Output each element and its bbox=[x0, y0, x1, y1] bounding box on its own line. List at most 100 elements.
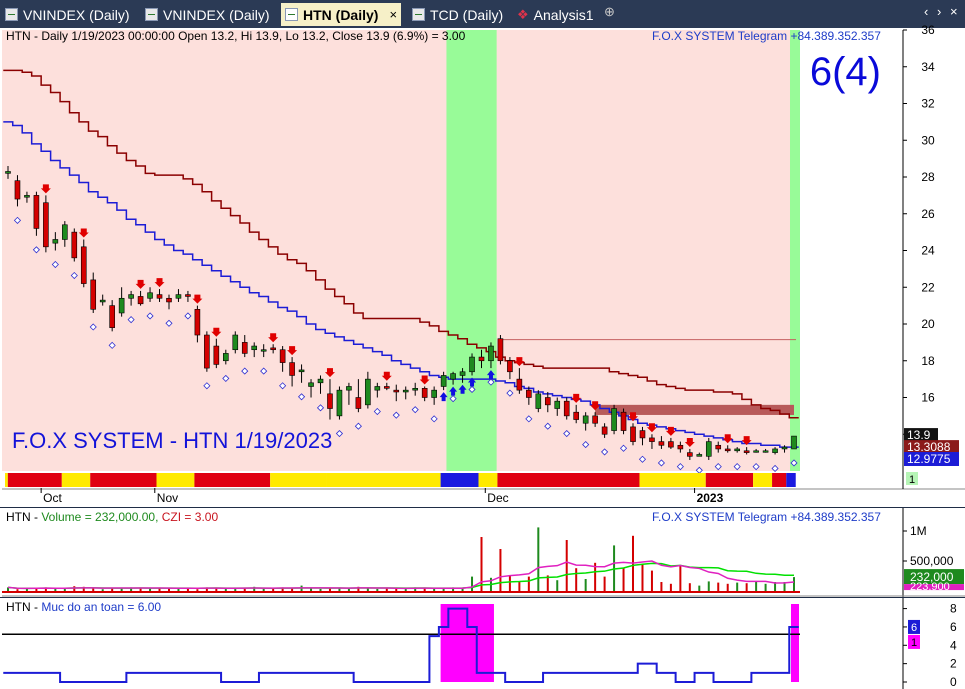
y-tick-label: 36 bbox=[921, 23, 935, 37]
candle bbox=[582, 415, 589, 424]
price-pane[interactable]: OctNovDec202336343230282624222018161413.… bbox=[0, 23, 965, 507]
lower-band-tag: 12.9775 bbox=[907, 452, 951, 466]
y-tick-label: 30 bbox=[921, 133, 935, 147]
tab-label: Analysis1 bbox=[533, 6, 594, 23]
tab-label: VNINDEX (Daily) bbox=[163, 6, 270, 23]
candle bbox=[147, 292, 153, 299]
candle bbox=[668, 441, 674, 448]
candle bbox=[393, 389, 400, 393]
tab-analysis1[interactable]: ❖ Analysis1 bbox=[517, 3, 594, 26]
volume-header-czi: CZI = 3.00 bbox=[161, 510, 219, 524]
candle bbox=[43, 202, 49, 248]
candle bbox=[185, 294, 191, 297]
candle bbox=[592, 415, 598, 424]
brand-label: F.O.X SYSTEM - HTN 1/19/2023 bbox=[12, 428, 333, 453]
safety-pane[interactable]: 8 6 4 2 0 6 1 HTN - Muc do an toan = 6.00 bbox=[0, 598, 965, 689]
tab-next-icon[interactable]: › bbox=[937, 4, 941, 19]
safety-header-symbol: HTN - bbox=[6, 600, 42, 614]
tab-htn[interactable]: HTN (Daily) × bbox=[281, 3, 402, 26]
candle bbox=[611, 408, 617, 431]
uptrend-zone bbox=[446, 30, 497, 471]
candle bbox=[535, 393, 542, 409]
x-tick-label: Nov bbox=[157, 491, 178, 505]
x-tick-label: Oct bbox=[43, 491, 62, 505]
candle bbox=[374, 386, 381, 391]
candle bbox=[166, 297, 172, 303]
candle bbox=[251, 345, 258, 351]
volume-ma-tag: 223,900 bbox=[910, 581, 950, 593]
candle bbox=[649, 437, 655, 442]
candle bbox=[544, 397, 551, 406]
y-tick-label: 4 bbox=[950, 638, 957, 652]
chart-icon bbox=[412, 8, 425, 21]
candle bbox=[194, 308, 201, 336]
trend-strip-segment bbox=[440, 473, 479, 487]
candle bbox=[450, 373, 456, 380]
candle bbox=[52, 239, 59, 244]
candle bbox=[71, 231, 78, 259]
candle bbox=[289, 362, 295, 376]
trend-strip-segment bbox=[326, 473, 441, 487]
candle bbox=[223, 353, 229, 362]
candle bbox=[516, 378, 523, 391]
volume-pane[interactable]: 1M 500,000 232,000 223,900 HTN - Volume = 2… bbox=[0, 508, 965, 597]
candle bbox=[213, 345, 220, 365]
candle bbox=[724, 448, 731, 452]
new-tab-icon[interactable]: ⊕ bbox=[604, 4, 615, 20]
y-tick-label: 2 bbox=[950, 657, 957, 671]
candle bbox=[109, 305, 115, 328]
candle bbox=[497, 338, 504, 362]
watermark: F.O.X SYSTEM Telegram +84.389.352.357 bbox=[652, 29, 881, 43]
y-tick-label: 22 bbox=[921, 280, 935, 294]
candle bbox=[440, 375, 447, 387]
tab-prev-icon[interactable]: ‹ bbox=[924, 4, 928, 19]
y-tick-label: 20 bbox=[921, 317, 935, 331]
y-tick-label: 28 bbox=[921, 170, 935, 184]
y-tick-label: 1M bbox=[910, 524, 927, 538]
candle bbox=[696, 454, 703, 457]
tab-vnindex-2[interactable]: VNINDEX (Daily) bbox=[145, 3, 270, 26]
y-tick-label: 16 bbox=[921, 391, 935, 405]
candle bbox=[327, 393, 333, 409]
candle bbox=[232, 334, 239, 351]
candle bbox=[431, 389, 437, 398]
safety-header: HTN - Muc do an toan = 6.00 bbox=[6, 600, 161, 614]
tab-tcd[interactable]: TCD (Daily) bbox=[412, 3, 503, 26]
candle bbox=[298, 369, 305, 373]
x-tick-label: Dec bbox=[487, 491, 508, 505]
candle bbox=[137, 296, 144, 305]
volume-header: HTN - Volume = 232,000.00, CZI = 3.00 bbox=[6, 510, 218, 524]
candle bbox=[412, 388, 419, 391]
candle bbox=[402, 389, 409, 393]
candle bbox=[488, 345, 494, 362]
candle bbox=[526, 389, 532, 398]
trend-strip-segment bbox=[639, 473, 706, 487]
candle bbox=[118, 297, 125, 314]
volume-header-symbol: HTN - bbox=[6, 510, 42, 524]
tab-vnindex-1[interactable]: VNINDEX (Daily) bbox=[5, 3, 130, 26]
candle bbox=[554, 400, 561, 409]
volume-header-value: Volume = 232,000.00, bbox=[41, 510, 162, 524]
close-icon[interactable]: × bbox=[389, 7, 397, 22]
trend-strip-segment bbox=[5, 473, 8, 487]
safety-tag: 6 bbox=[911, 622, 917, 634]
trend-strip-segment bbox=[786, 473, 796, 487]
candle bbox=[175, 294, 182, 299]
candle bbox=[204, 334, 210, 369]
trend-strip-segment bbox=[497, 473, 640, 487]
y-tick-label: 26 bbox=[921, 207, 935, 221]
candle bbox=[365, 378, 371, 406]
candle bbox=[270, 347, 276, 351]
candle bbox=[355, 397, 362, 409]
y-tick-label: 32 bbox=[921, 97, 935, 111]
safety-tag2: 1 bbox=[911, 637, 917, 649]
y-tick-label: 0 bbox=[950, 675, 957, 689]
candle bbox=[80, 246, 87, 284]
chart-icon bbox=[5, 8, 18, 21]
close-window-icon[interactable]: × bbox=[950, 4, 958, 19]
y-tick-label: 34 bbox=[921, 60, 935, 74]
tab-bar: VNINDEX (Daily) VNINDEX (Daily) HTN (Dai… bbox=[0, 0, 965, 28]
candle bbox=[762, 450, 769, 453]
candle bbox=[791, 435, 797, 450]
y-tick-label: 24 bbox=[921, 244, 935, 258]
